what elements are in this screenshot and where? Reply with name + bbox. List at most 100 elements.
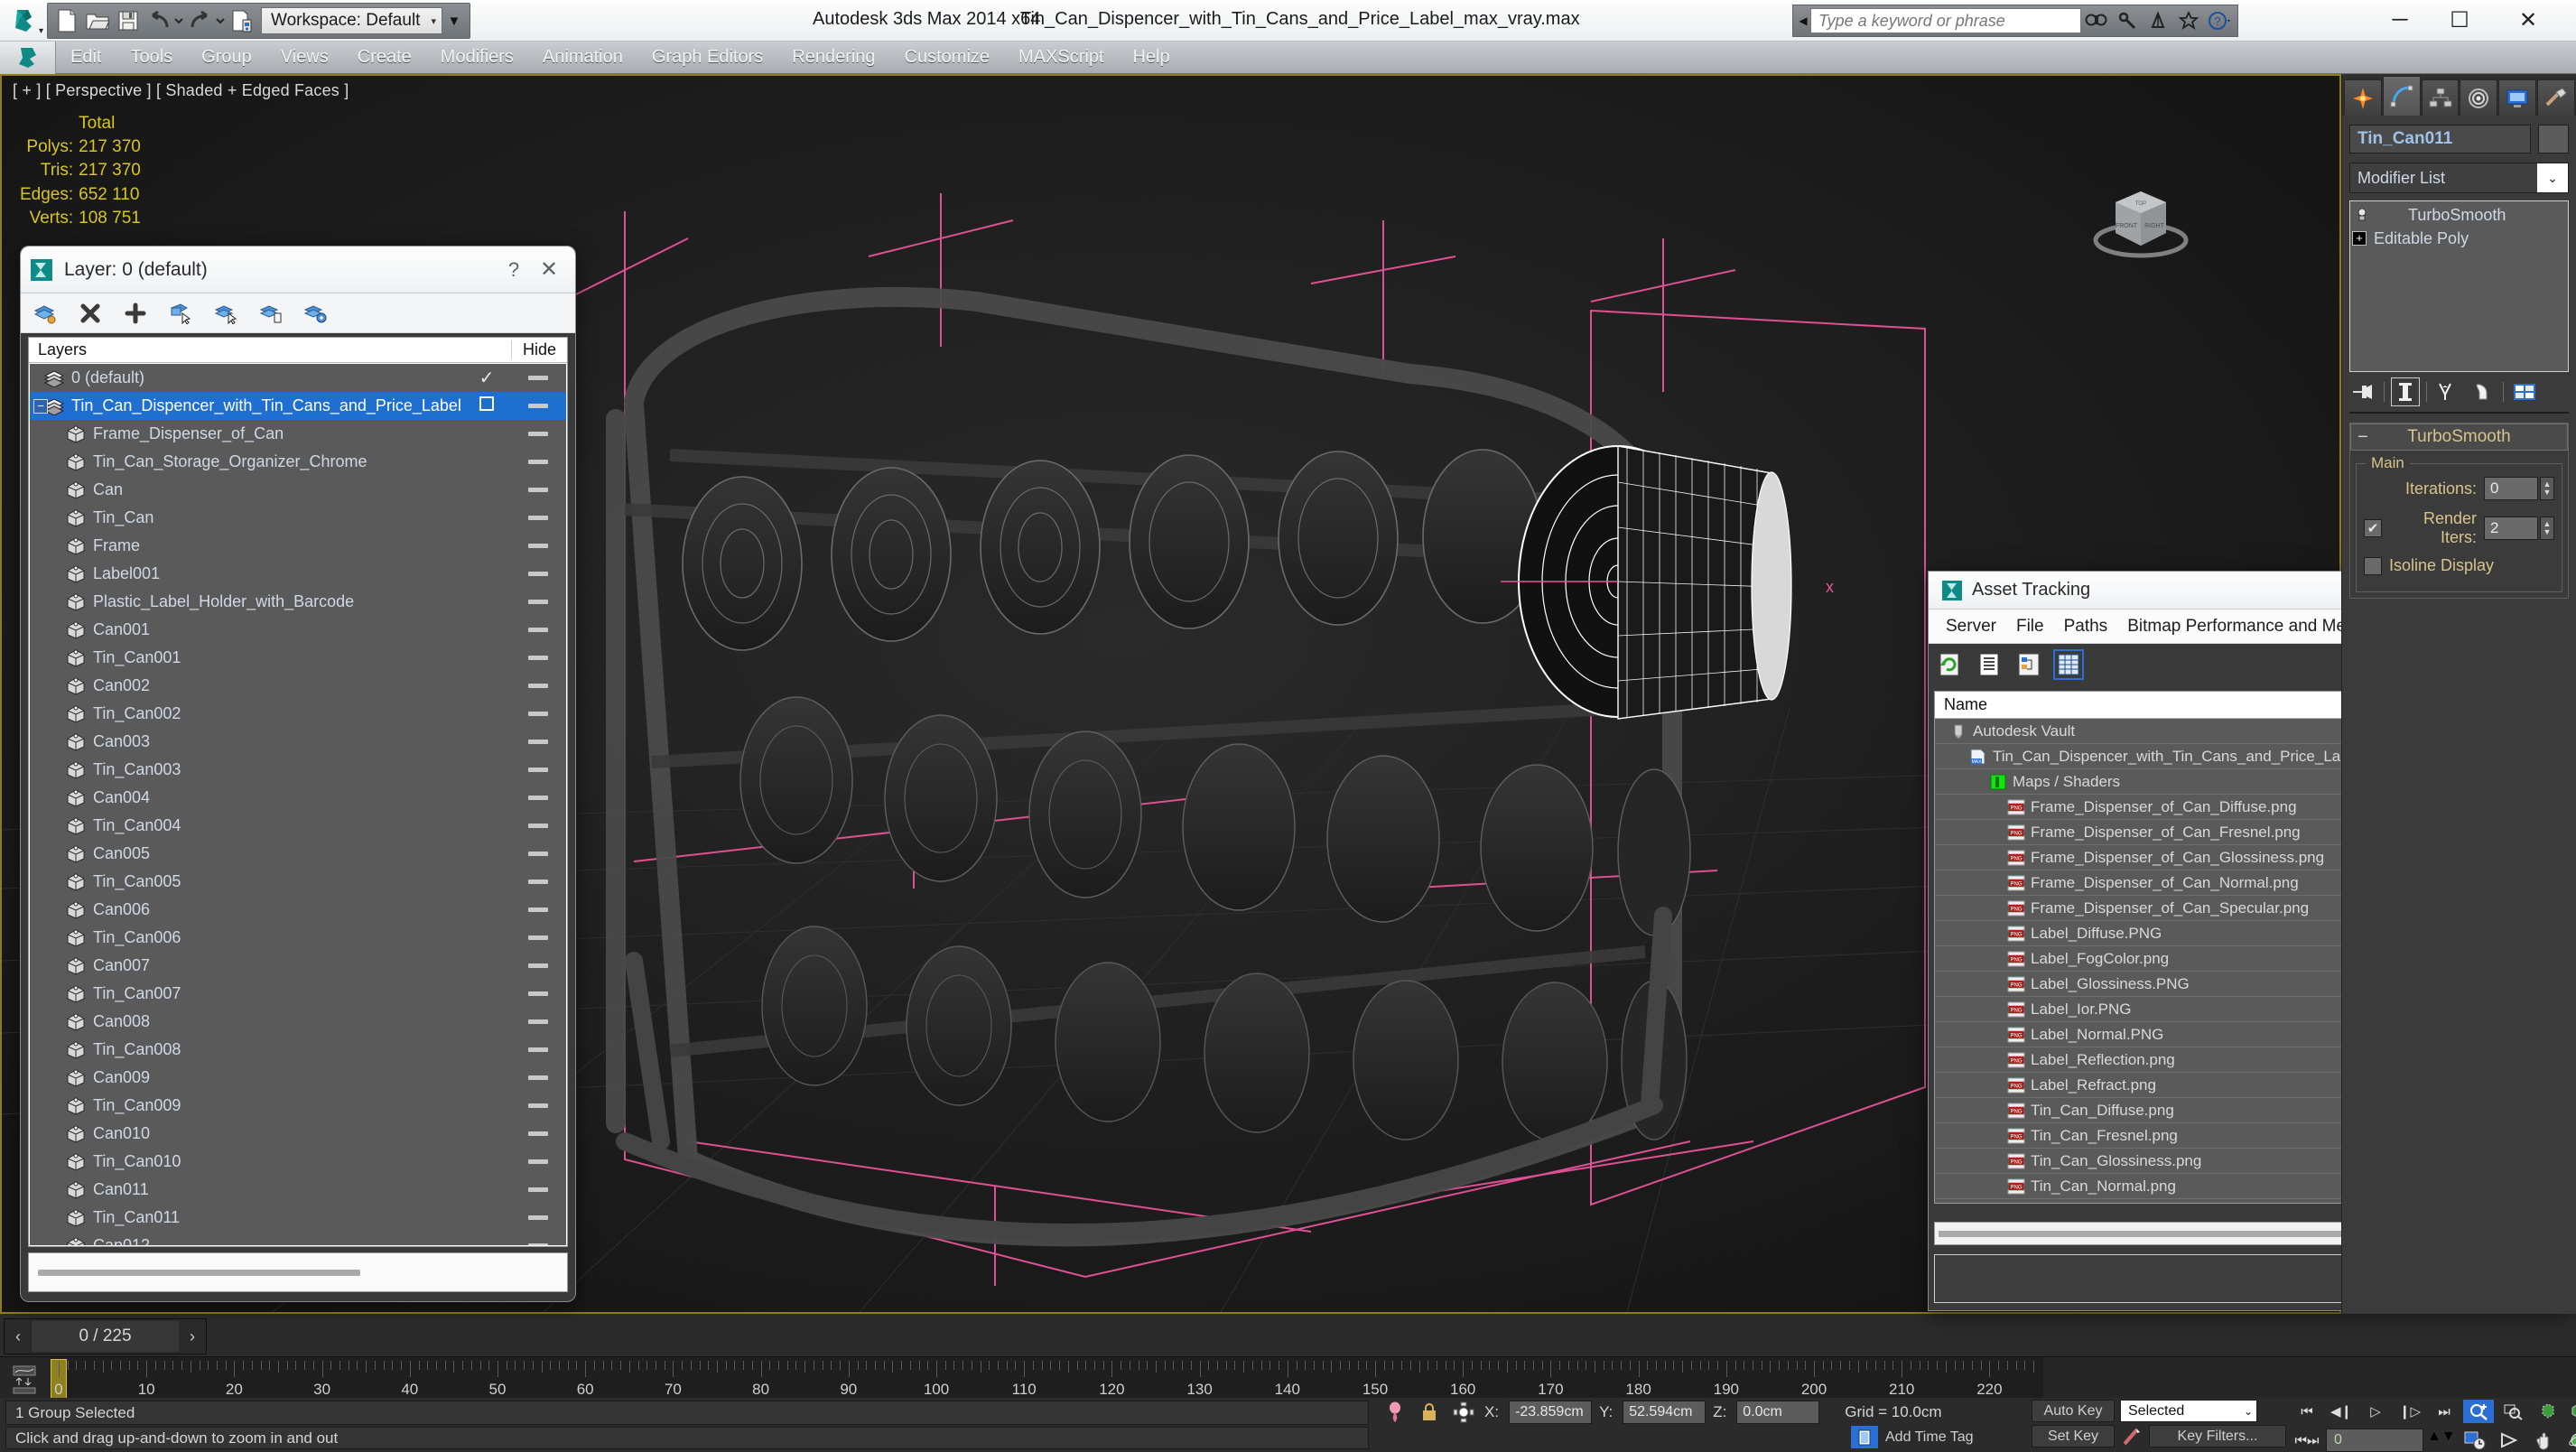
list-view-icon[interactable] <box>1976 651 2003 678</box>
layer-expander-icon[interactable]: − <box>33 398 48 414</box>
layer-row[interactable]: Tin_Can006 <box>30 924 566 952</box>
layer-row[interactable]: Can006 <box>30 896 566 924</box>
window-maximize-button[interactable]: ☐ <box>2430 0 2489 40</box>
menu-item-rendering[interactable]: Rendering <box>777 42 889 74</box>
modifier-stack[interactable]: TurboSmooth + Editable Poly <box>2349 200 2569 372</box>
grid-view-icon[interactable] <box>2053 649 2084 680</box>
modifier-stack-row[interactable]: + Editable Poly <box>2352 227 2566 250</box>
layer-row[interactable]: Can009 <box>30 1064 566 1092</box>
layer-hide-cell[interactable] <box>510 1103 566 1108</box>
infocenter-expand-icon[interactable]: ◀ <box>1796 14 1810 27</box>
layer-row[interactable]: Can005 <box>30 840 566 868</box>
motion-tab[interactable] <box>2460 79 2498 116</box>
iterations-spinner[interactable]: ▲ ▼ <box>2540 477 2554 500</box>
menu-item-animation[interactable]: Animation <box>528 42 637 74</box>
layer-active-cell[interactable]: ✓ <box>463 367 510 389</box>
layer-row[interactable]: Can003 <box>30 728 566 756</box>
menu-item-graph-editors[interactable]: Graph Editors <box>637 42 777 74</box>
show-end-result-icon[interactable] <box>2391 377 2420 406</box>
frame-navigation[interactable]: ‹ 0 / 225 › <box>4 1318 207 1354</box>
add-selection-to-layer-icon[interactable] <box>122 300 149 327</box>
workspace-selector[interactable]: Workspace: Default ▾ <box>261 7 442 34</box>
layer-horizontal-scrollbar[interactable] <box>28 1252 568 1292</box>
add-selected-objects-icon[interactable] <box>257 300 284 327</box>
key-filters-button[interactable]: Key Filters... <box>2149 1425 2286 1447</box>
configure-modifier-sets-icon[interactable] <box>2511 378 2538 405</box>
selection-lock-icon[interactable] <box>1416 1401 1443 1424</box>
layer-row[interactable]: Can004 <box>30 784 566 812</box>
layer-hide-cell[interactable] <box>510 712 566 716</box>
zoom-all-icon[interactable] <box>2497 1400 2528 1423</box>
layer-row[interactable]: Can007 <box>30 952 566 980</box>
delete-layer-icon[interactable] <box>77 300 104 327</box>
go-to-end-icon[interactable]: ⏭ <box>2429 1400 2460 1423</box>
app-menu-button[interactable]: ▾ <box>4 2 45 40</box>
menu-item-group[interactable]: Group <box>187 42 266 74</box>
layer-hide-cell[interactable] <box>510 880 566 884</box>
add-time-tag-row[interactable]: Add Time Tag <box>1851 1426 1974 1448</box>
render-iters-spinner[interactable]: ▲ ▼ <box>2540 517 2554 540</box>
subscription-center-icon[interactable] <box>2112 7 2143 34</box>
selection-set-dropdown[interactable]: Selected ⌄ <box>2120 1400 2257 1422</box>
asset-scrollbar-thumb[interactable] <box>1939 1230 2386 1237</box>
menu-item-help[interactable]: Help <box>1119 42 1185 74</box>
menu-item-edit[interactable]: Edit <box>56 42 116 74</box>
menu-item-customize[interactable]: Customize <box>890 42 1004 74</box>
layer-row[interactable]: Frame <box>30 532 566 560</box>
communication-center-icon[interactable] <box>2143 7 2173 34</box>
layer-row[interactable]: Tin_Can004 <box>30 812 566 840</box>
play-animation-icon[interactable]: ▷ <box>2360 1400 2391 1423</box>
layer-scrollbar-thumb[interactable] <box>38 1269 361 1276</box>
layer-hide-cell[interactable] <box>510 796 566 800</box>
pan-view-icon[interactable] <box>2528 1429 2559 1452</box>
auto-key-button[interactable]: Auto Key <box>2032 1400 2115 1422</box>
dependency-view-icon[interactable] <box>2015 651 2042 678</box>
menu-item-maxscript[interactable]: MAXScript <box>1004 42 1118 74</box>
render-iters-checkbox[interactable]: ✔ <box>2364 519 2382 537</box>
layer-row[interactable]: Tin_Can008 <box>30 1036 566 1064</box>
layer-hide-cell[interactable] <box>510 376 566 380</box>
undo-dropdown-caret-icon[interactable] <box>174 17 185 24</box>
layer-hide-cell[interactable] <box>510 852 566 856</box>
layer-list-grid[interactable]: Layers Hide 0 (default) ✓ − Tin_Can_Dispenc… <box>28 337 568 1247</box>
window-minimize-button[interactable]: ─ <box>2370 0 2430 40</box>
layer-row[interactable]: Can <box>30 476 566 504</box>
layer-row[interactable]: Frame_Dispenser_of_Can <box>30 420 566 448</box>
layer-hide-cell[interactable] <box>510 488 566 492</box>
create-tab[interactable] <box>2344 79 2382 116</box>
layer-rows-container[interactable]: 0 (default) ✓ − Tin_Can_Dispencer_with_Tin_… <box>30 364 566 1245</box>
asset-menu-file[interactable]: File <box>2006 617 2054 637</box>
layer-row[interactable]: Tin_Can010 <box>30 1148 566 1176</box>
layer-hide-cell[interactable] <box>510 1047 566 1052</box>
undo-button[interactable] <box>144 6 174 35</box>
layer-row[interactable]: Tin_Can005 <box>30 868 566 896</box>
layer-row[interactable]: Label001 <box>30 560 566 588</box>
layer-row[interactable]: Can010 <box>30 1120 566 1148</box>
object-name-field[interactable]: Tin_Can011 <box>2349 125 2531 154</box>
new-file-button[interactable] <box>51 6 82 35</box>
refresh-assets-icon[interactable] <box>1936 651 1963 678</box>
layer-explorer-dialog[interactable]: Layer: 0 (default) ? ✕ Layers Hide 0 (de… <box>20 246 576 1302</box>
previous-frame-icon[interactable]: ◀❙ <box>2326 1400 2357 1423</box>
window-close-button[interactable]: ✕ <box>2498 0 2558 40</box>
layer-row[interactable]: Tin_Can002 <box>30 700 566 728</box>
z-coordinate-field[interactable]: 0.0cm <box>1736 1401 1820 1424</box>
time-tag-icon[interactable] <box>1851 1426 1878 1448</box>
key-mode-toggle-icon[interactable]: ⏮⏭ <box>2292 1429 2322 1452</box>
layer-hide-cell[interactable] <box>510 684 566 688</box>
help-icon[interactable]: ? <box>2204 7 2235 34</box>
current-frame-field[interactable]: 0 <box>2326 1429 2423 1452</box>
hierarchy-tab[interactable] <box>2421 79 2460 116</box>
redo-dropdown-caret-icon[interactable] <box>216 17 227 24</box>
layer-hide-cell[interactable] <box>510 1159 566 1164</box>
highlight-selected-objects-icon[interactable] <box>212 300 239 327</box>
layer-active-cell[interactable] <box>463 396 510 416</box>
turbosmooth-rollout[interactable]: − TurboSmooth Main Iterations: 0 ▲ ▼ ✔ Re… <box>2349 423 2569 599</box>
favorites-star-icon[interactable] <box>2173 7 2204 34</box>
layer-hide-cell[interactable] <box>510 991 566 996</box>
layer-row[interactable]: Can002 <box>30 672 566 700</box>
open-mini-curve-editor-icon[interactable] <box>5 1363 43 1399</box>
layer-row[interactable]: Tin_Can <box>30 504 566 532</box>
layer-row[interactable]: Can008 <box>30 1008 566 1036</box>
create-new-layer-icon[interactable] <box>32 300 59 327</box>
